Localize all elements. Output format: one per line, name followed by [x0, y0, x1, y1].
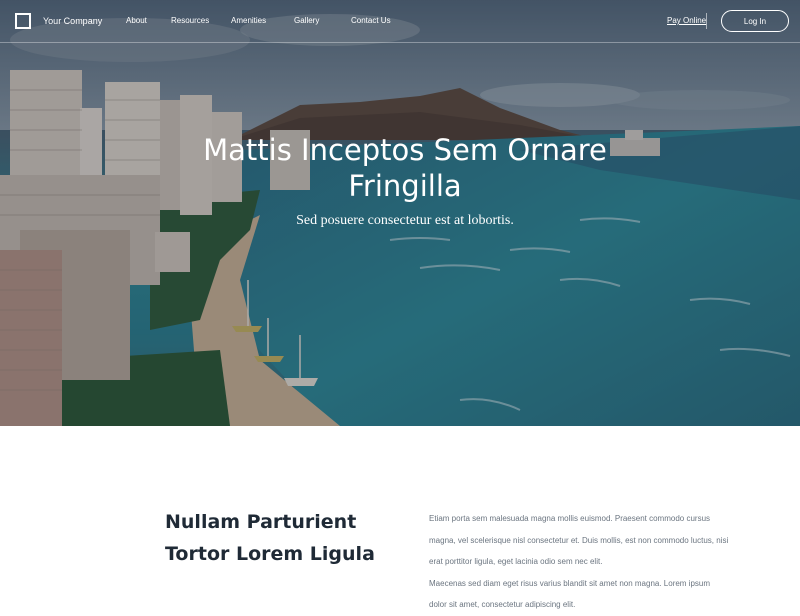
brand-name[interactable]: Your Company	[43, 16, 102, 26]
intro-section: Nullam Parturient Tortor Lorem Ligula Et…	[0, 426, 800, 609]
nav-link-gallery[interactable]: Gallery	[294, 16, 319, 25]
body-paragraph: Maecenas sed diam eget risus varius blan…	[429, 578, 711, 610]
login-button[interactable]: Log In	[721, 10, 789, 32]
section-body: Etiam porta sem malesuada magna mollis e…	[429, 508, 729, 616]
hero-subtitle: Sed posuere consectetur est at lobortis.	[296, 213, 514, 228]
pay-online-link[interactable]: Pay Online	[667, 16, 706, 25]
nav-bottom-border	[0, 42, 800, 43]
hero-section: Your Company About Resources Amenities G…	[0, 0, 800, 426]
nav-link-contact-us[interactable]: Contact Us	[351, 16, 391, 25]
square-outline-logo-icon[interactable]	[15, 13, 31, 29]
hero-title: Mattis Inceptos Sem Ornare Fringilla	[203, 133, 607, 203]
nav-link-resources[interactable]: Resources	[171, 16, 209, 25]
body-paragraph: Etiam porta sem malesuada magna mollis e…	[429, 514, 729, 566]
top-navigation: Your Company About Resources Amenities G…	[0, 0, 800, 42]
section-heading: Nullam Parturient Tortor Lorem Ligula	[165, 511, 375, 565]
nav-divider	[706, 13, 707, 29]
nav-link-amenities[interactable]: Amenities	[231, 16, 266, 25]
nav-link-about[interactable]: About	[126, 16, 147, 25]
